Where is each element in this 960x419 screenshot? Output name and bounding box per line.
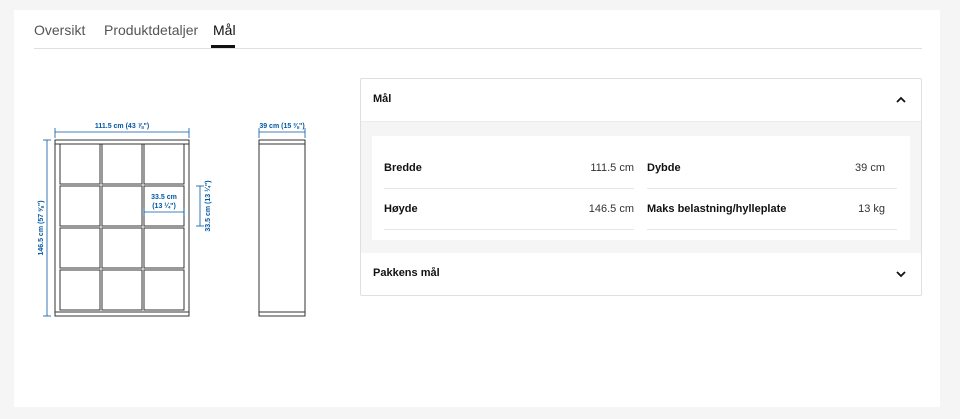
shelf-side-outline: [258, 139, 306, 317]
width-dimension-label: 111.5 cm (43 ⅞"): [95, 123, 149, 130]
dimension-row-height: Høyde 146.5 cm: [384, 189, 634, 230]
dimensions-list: Bredde 111.5 cm Dybde 39 cm Høyde 146.5 …: [372, 136, 910, 240]
cell-height-label: 33.5 cm (13 ¼"): [204, 180, 212, 231]
dimensions-accordion-header[interactable]: Mål: [361, 79, 921, 122]
chevron-down-icon: [896, 271, 906, 278]
package-title: Pakkens mål: [373, 267, 440, 279]
dimension-value: 146.5 cm: [588, 203, 634, 215]
dimension-value: 111.5 cm: [590, 162, 634, 174]
dimension-row-width: Bredde 111.5 cm: [384, 148, 634, 189]
dimension-drawing: 111.5 cm (43 ⅞") 39 cm (15 ⅜") 146.5 cm …: [38, 123, 306, 317]
dimension-label: Høyde: [384, 203, 418, 215]
height-dimension-label: 146.5 cm (57 ⅝"): [38, 200, 45, 255]
cell-width-label: 33.5 cm: [151, 194, 177, 201]
tab-bar: Oversikt Produktdetaljer Mål: [34, 10, 922, 49]
dimension-label: Bredde: [384, 162, 422, 174]
chevron-up-icon: [896, 96, 906, 103]
tab-oversikt[interactable]: Oversikt: [34, 22, 85, 38]
product-dimensions-card: Oversikt Produktdetaljer Mål 111.5 cm (4…: [14, 10, 940, 407]
dimension-row-depth: Dybde 39 cm: [647, 148, 897, 189]
dimension-value: 13 kg: [858, 203, 885, 215]
dimension-value: 39 cm: [855, 162, 885, 174]
dimensions-title: Mål: [373, 93, 392, 105]
package-accordion-header[interactable]: Pakkens mål: [361, 253, 921, 295]
depth-dimension-label: 39 cm (15 ⅜"): [259, 123, 304, 130]
dimensions-accordion-body: Bredde 111.5 cm Dybde 39 cm Høyde 146.5 …: [361, 122, 921, 253]
tab-maal[interactable]: Mål: [213, 22, 236, 38]
tab-produktdetaljer[interactable]: Produktdetaljer: [104, 22, 198, 38]
dimension-label: Dybde: [647, 162, 681, 174]
active-tab-indicator: [211, 45, 235, 48]
dimension-label: Maks belastning/hylleplate: [647, 203, 787, 215]
dimension-row-max-load: Maks belastning/hylleplate 13 kg: [647, 189, 897, 230]
dimensions-panel: Mål Bredde 111.5 cm Dybde 39 cm Høyde 14…: [360, 78, 922, 296]
cell-width-label-imperial: (13 ¼"): [152, 202, 176, 210]
